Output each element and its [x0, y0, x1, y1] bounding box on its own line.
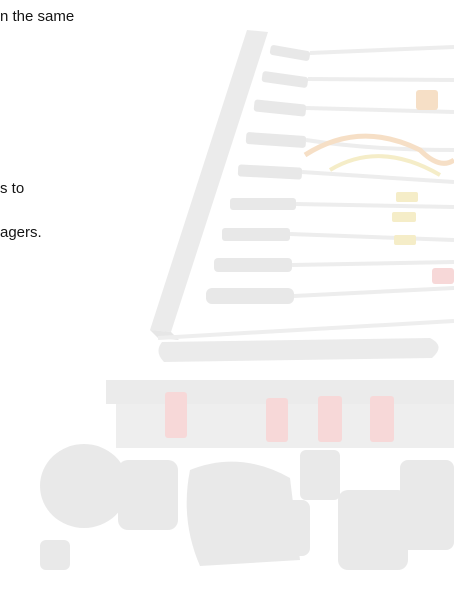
- velcro-strap: [158, 338, 439, 362]
- body-text-line-2: s to: [0, 180, 25, 197]
- adapters: [40, 444, 454, 570]
- cable-organizer-image: [40, 30, 454, 570]
- body-text-line-3: agers.: [0, 224, 42, 241]
- body-text-line-1: n the same: [0, 8, 75, 25]
- colored-cables: [303, 90, 454, 284]
